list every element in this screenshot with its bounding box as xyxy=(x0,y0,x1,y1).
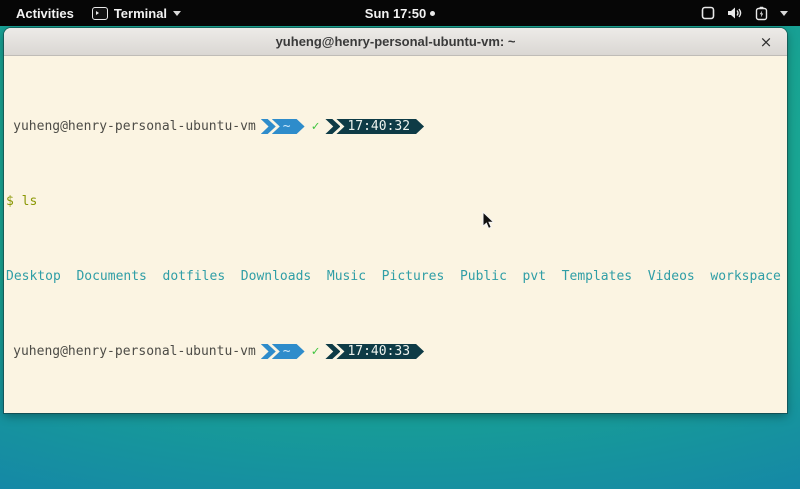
directory-name: Templates xyxy=(562,269,632,284)
directory-name: dotfiles xyxy=(163,269,226,284)
clock-label[interactable]: Sun 17:50 xyxy=(365,6,426,21)
window-titlebar[interactable]: yuheng@henry-personal-ubuntu-vm: ~ × xyxy=(4,28,787,56)
prompt-path-segment: ~ xyxy=(272,119,305,134)
powerline-chevron-icon xyxy=(325,119,340,134)
window-title: yuheng@henry-personal-ubuntu-vm: ~ xyxy=(276,34,516,49)
terminal-content[interactable]: yuheng@henry-personal-ubuntu-vm ~ ✓ 17:4… xyxy=(4,56,787,413)
directory-name: Public xyxy=(460,269,507,284)
prompt-time-segment: 17:40:32 xyxy=(336,119,424,134)
terminal-window: yuheng@henry-personal-ubuntu-vm: ~ × yuh… xyxy=(4,28,787,413)
battery-charging-icon xyxy=(755,6,768,21)
app-menu-label: Terminal xyxy=(114,6,167,21)
directory-name: pvt xyxy=(523,269,546,284)
powerline-chevron-icon xyxy=(261,119,276,134)
directory-name: Pictures xyxy=(382,269,445,284)
prompt-user-host: yuheng@henry-personal-ubuntu-vm xyxy=(6,119,256,134)
directory-name: Music xyxy=(327,269,366,284)
chevron-down-icon xyxy=(173,11,181,16)
status-check-icon: ✓ xyxy=(312,344,320,359)
prompt-path-segment: ~ xyxy=(272,344,305,359)
top-bar: Activities Terminal Sun 17:50 xyxy=(0,0,800,26)
powerline-chevron-icon xyxy=(261,344,276,359)
command-line: $ ls xyxy=(6,194,785,209)
prompt-line: yuheng@henry-personal-ubuntu-vm ~ ✓ 17:4… xyxy=(6,344,785,359)
directory-name: Documents xyxy=(76,269,146,284)
prompt-time-segment: 17:40:33 xyxy=(336,344,424,359)
prompt-user-host: yuheng@henry-personal-ubuntu-vm xyxy=(6,344,256,359)
powerline-chevron-icon xyxy=(325,344,340,359)
directory-name: Downloads xyxy=(241,269,311,284)
ls-output-row: Desktop Documents dotfiles Downloads Mus… xyxy=(6,269,785,284)
typed-command: ls xyxy=(22,194,38,209)
status-check-icon: ✓ xyxy=(312,119,320,134)
activities-button[interactable]: Activities xyxy=(12,6,78,21)
prompt-char: $ xyxy=(6,194,14,209)
volume-icon xyxy=(727,6,743,20)
terminal-app-icon xyxy=(92,7,108,20)
notification-dot-icon xyxy=(430,11,435,16)
directory-name: workspace xyxy=(710,269,780,284)
directory-name: Videos xyxy=(648,269,695,284)
close-button[interactable]: × xyxy=(755,28,777,55)
app-menu-terminal[interactable]: Terminal xyxy=(92,6,181,21)
prompt-line: yuheng@henry-personal-ubuntu-vm ~ ✓ 17:4… xyxy=(6,119,785,134)
directory-name: Desktop xyxy=(6,269,61,284)
system-tray[interactable] xyxy=(701,6,800,21)
chevron-down-icon xyxy=(780,11,788,16)
screen-icon xyxy=(701,6,715,20)
